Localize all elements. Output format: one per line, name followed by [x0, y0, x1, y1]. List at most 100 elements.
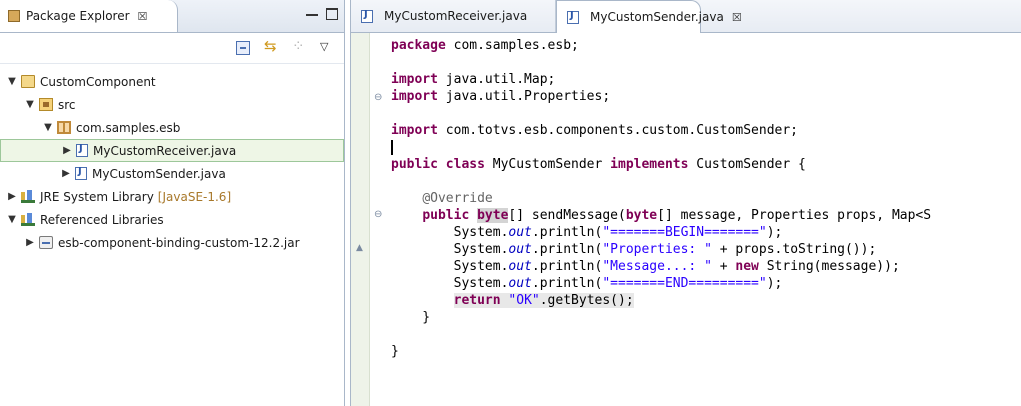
code-token: System.: [391, 225, 509, 240]
close-icon[interactable]: ☒: [138, 10, 148, 23]
editor-tab-label: MyCustomSender.java: [590, 10, 724, 24]
code-line: [391, 139, 931, 156]
code-token: com.samples.esb;: [445, 38, 579, 53]
code-token: package: [391, 38, 446, 53]
code-token: "=======BEGIN=======": [602, 225, 767, 240]
tree-item[interactable]: ▶ MyCustomSender.java: [0, 162, 344, 185]
code-line: }: [391, 309, 931, 326]
view-controls: [306, 8, 338, 20]
fold-icon[interactable]: ⊖: [374, 210, 384, 220]
java-file-icon: [361, 9, 373, 23]
code-token: public: [422, 208, 470, 223]
code-token: java.util.Properties;: [437, 89, 611, 104]
code-token: "=======END=========": [602, 276, 767, 291]
tree-item-qualifier: [JavaSE-1.6]: [157, 189, 232, 204]
tree-item-label: MyCustomReceiver.java: [93, 143, 237, 158]
collapse-all-icon[interactable]: [236, 41, 250, 55]
tab-mycustomsender[interactable]: MyCustomSender.java ☒: [556, 0, 742, 33]
code-token: public: [391, 157, 438, 172]
collapsed-twisty-icon[interactable]: ▶: [24, 237, 36, 248]
code-token: class: [445, 157, 485, 172]
package-explorer-toolbar: [0, 33, 344, 64]
code-line: System.out.println("=======BEGIN======="…: [391, 224, 931, 241]
tree-item[interactable]: ▶ JRE System Library [JavaSE-1.6]: [0, 185, 344, 208]
tree-item[interactable]: ▶ MyCustomReceiver.java: [0, 139, 344, 162]
code-line: public class MyCustomSender implements C…: [391, 156, 931, 173]
minimize-icon[interactable]: [306, 10, 318, 16]
expanded-twisty-icon[interactable]: ▼: [42, 122, 54, 133]
tree-item-label: JRE System Library: [40, 189, 154, 204]
tab-mycustomreceiver[interactable]: MyCustomReceiver.java: [351, 0, 556, 32]
code-token: .getBytes();: [539, 293, 634, 308]
code-line: }: [391, 343, 931, 360]
fold-icon[interactable]: ⊖: [374, 93, 384, 103]
package-explorer-tab[interactable]: Package Explorer ☒: [0, 0, 178, 32]
code-token: @Override: [422, 191, 493, 206]
code-token: import: [391, 72, 438, 87]
code-token: + props.toString());: [711, 242, 877, 257]
maximize-icon[interactable]: [326, 8, 338, 20]
tree-item[interactable]: ▼ CustomComponent: [0, 70, 344, 93]
java-editor: MyCustomReceiver.java MyCustomSender.jav…: [350, 0, 1021, 406]
code-token: byte: [477, 208, 509, 223]
code-line: System.out.println("Properties: " + prop…: [391, 241, 931, 258]
java-file-icon: [75, 166, 87, 180]
code-line: import com.totvs.esb.components.custom.C…: [391, 122, 931, 139]
package-icon: [57, 121, 71, 134]
code-token: System.: [391, 259, 509, 274]
code-token: +: [711, 259, 736, 274]
package-explorer-tab-label: Package Explorer: [26, 9, 130, 23]
code-token: );: [766, 225, 783, 240]
package-explorer-view: Package Explorer ☒ ▼CustomComponent▼src▼…: [0, 0, 345, 406]
code-text-area[interactable]: package com.samples.esb; import java.util…: [391, 37, 931, 360]
code-token: "Properties: ": [602, 242, 712, 257]
code-token: [] sendMessage(: [508, 208, 626, 223]
code-token: "Message...: ": [602, 259, 712, 274]
java-file-icon: [76, 143, 88, 157]
code-token: System.: [391, 276, 509, 291]
close-icon[interactable]: ☒: [732, 11, 742, 24]
code-token: .println(: [531, 276, 603, 291]
project-tree: ▼CustomComponent▼src▼com.samples.esb▶MyC…: [0, 64, 344, 254]
code-token: }: [391, 310, 431, 325]
collapsed-twisty-icon[interactable]: ▶: [6, 191, 18, 202]
project-icon: [21, 75, 35, 88]
tree-item-label: MyCustomSender.java: [92, 166, 226, 181]
view-menu-icon[interactable]: [320, 40, 334, 55]
code-token: java.util.Map;: [437, 72, 556, 87]
code-token: import: [391, 89, 438, 104]
code-token: [] message, Properties props, Map<S: [657, 208, 932, 223]
quickdiff-marker-icon: ▲: [356, 243, 363, 253]
vertical-ruler[interactable]: ▲: [351, 33, 370, 406]
collapsed-twisty-icon[interactable]: ▶: [60, 168, 72, 179]
tree-item[interactable]: ▼ Referenced Libraries: [0, 208, 344, 231]
editor-tab-label: MyCustomReceiver.java: [384, 9, 528, 23]
tree-item-label: src: [58, 97, 76, 112]
tree-item[interactable]: ▼ com.samples.esb: [0, 116, 344, 139]
source-folder-icon: [39, 98, 53, 111]
expanded-twisty-icon[interactable]: ▼: [6, 214, 18, 225]
tree-item-label: Referenced Libraries: [40, 212, 164, 227]
code-token: return: [453, 293, 501, 308]
code-token: byte: [625, 208, 658, 223]
code-token: new: [735, 259, 759, 274]
code-token: out: [508, 242, 532, 257]
editor-body[interactable]: ▲ ⊖ ⊖ package com.samples.esb; import jav…: [351, 33, 1021, 406]
code-token: implements: [610, 157, 689, 172]
library-icon: [21, 213, 35, 226]
code-line: System.out.println("Message...: " + new …: [391, 258, 931, 275]
tree-item[interactable]: ▼ src: [0, 93, 344, 116]
editor-tabbar: MyCustomReceiver.java MyCustomSender.jav…: [351, 0, 1021, 33]
library-icon: [21, 190, 35, 203]
expanded-twisty-icon[interactable]: ▼: [6, 76, 18, 87]
tree-item-label: esb-component-binding-custom-12.2.jar: [58, 235, 300, 250]
collapsed-twisty-icon[interactable]: ▶: [61, 145, 73, 156]
link-with-editor-icon[interactable]: [264, 37, 278, 55]
tree-item[interactable]: ▶ esb-component-binding-custom-12.2.jar: [0, 231, 344, 254]
expanded-twisty-icon[interactable]: ▼: [24, 99, 36, 110]
